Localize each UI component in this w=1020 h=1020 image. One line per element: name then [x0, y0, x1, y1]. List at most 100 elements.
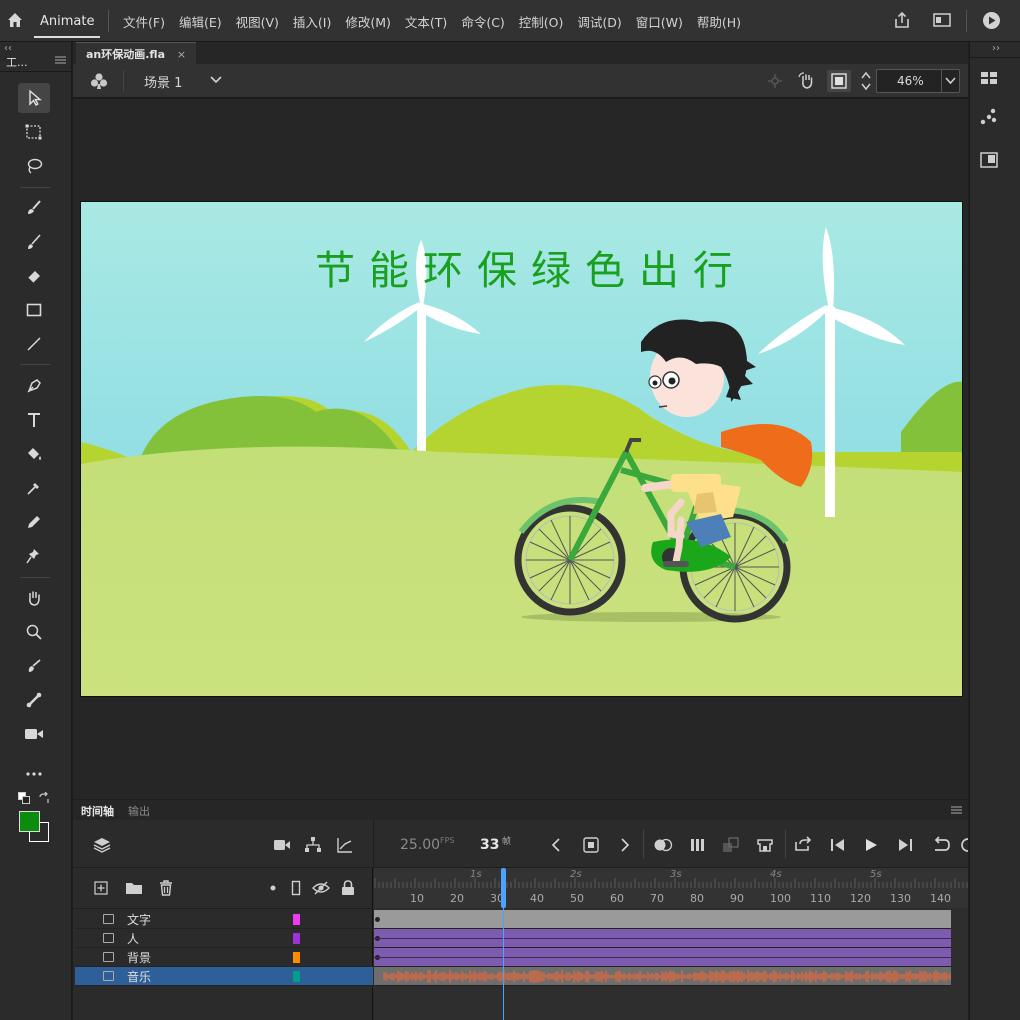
fluid-brush-tool-icon[interactable]	[18, 651, 50, 681]
line-tool-icon[interactable]	[18, 329, 50, 359]
test-movie-icon[interactable]	[982, 11, 1001, 30]
keyframe-dot[interactable]	[375, 917, 380, 922]
close-tab-icon[interactable]: ×	[177, 48, 186, 61]
rewind-loop-icon[interactable]	[931, 836, 951, 852]
zoom-tool-icon[interactable]	[18, 617, 50, 647]
menu-window[interactable]: 窗口(W)	[629, 12, 690, 31]
timeline-menu-icon[interactable]	[951, 806, 962, 814]
rectangle-tool-icon[interactable]	[18, 295, 50, 325]
lasso-tool-icon[interactable]	[18, 151, 50, 181]
home-icon[interactable]	[6, 11, 24, 29]
overflow-icon[interactable]	[959, 836, 968, 854]
highlight-layers-icon[interactable]	[270, 885, 276, 891]
parenting-icon[interactable]	[304, 836, 322, 854]
outline-layers-icon[interactable]	[291, 880, 301, 896]
hand-tool-icon[interactable]	[18, 583, 50, 613]
playhead-handle[interactable]	[501, 868, 506, 908]
zoom-value[interactable]: 46%	[897, 74, 924, 88]
insert-keyframe-icon[interactable]	[583, 837, 599, 853]
menu-control[interactable]: 控制(O)	[512, 12, 571, 31]
collapse-icon[interactable]: ‹‹	[4, 43, 12, 54]
scene-label[interactable]: 场景 1	[144, 72, 182, 91]
black-white-icon[interactable]	[18, 792, 30, 804]
menu-view[interactable]: 视图(V)	[229, 12, 286, 31]
layer-row-selected[interactable]: 音乐	[75, 967, 373, 986]
paint-brush-tool-icon[interactable]	[18, 193, 50, 223]
new-folder-icon[interactable]	[125, 881, 143, 895]
visibility-icon[interactable]	[312, 881, 330, 895]
stage-canvas[interactable]: 节能环保绿色出行	[80, 201, 963, 697]
more-tools-icon[interactable]	[18, 759, 50, 789]
paint-bucket-tool-icon[interactable]	[18, 439, 50, 469]
selection-tool-icon[interactable]	[18, 83, 50, 113]
snap-icon[interactable]	[767, 73, 783, 89]
play-icon[interactable]	[864, 838, 878, 852]
new-layer-icon[interactable]	[94, 881, 108, 895]
step-back-icon[interactable]	[830, 838, 846, 852]
layer-name[interactable]: 文字	[127, 911, 151, 928]
next-keyframe-icon[interactable]	[620, 838, 630, 852]
menu-help[interactable]: 帮助(H)	[690, 12, 748, 31]
tab-output[interactable]: 输出	[128, 803, 150, 819]
properties-panel-icon[interactable]	[980, 71, 998, 85]
menu-debug[interactable]: 调试(D)	[570, 12, 628, 31]
paste-frames-icon[interactable]	[757, 837, 773, 853]
layer-color-swatch[interactable]	[293, 914, 300, 925]
clip-content-icon[interactable]	[827, 70, 851, 92]
bone-tool-icon[interactable]	[18, 685, 50, 715]
frame-span-text[interactable]	[374, 910, 951, 929]
loop-icon[interactable]	[794, 836, 812, 852]
fill-color-swatch[interactable]	[19, 811, 40, 832]
text-tool-icon[interactable]	[18, 405, 50, 435]
menu-modify[interactable]: 修改(M)	[338, 12, 398, 31]
assets-panel-icon[interactable]	[980, 152, 998, 168]
pin-tool-icon[interactable]	[18, 541, 50, 571]
scene-dropdown-icon[interactable]	[210, 76, 222, 84]
panel-menu-icon[interactable]	[55, 56, 66, 64]
pen-tool-icon[interactable]	[18, 371, 50, 401]
layers-icon[interactable]	[93, 836, 111, 854]
zoom-field[interactable]: 46%	[876, 69, 960, 93]
swap-colors-icon[interactable]	[38, 792, 50, 804]
eraser-tool-icon[interactable]	[18, 261, 50, 291]
pencil-tool-icon[interactable]	[18, 507, 50, 537]
rotate-stage-icon[interactable]	[797, 71, 817, 91]
frame-span-music[interactable]	[374, 967, 951, 986]
scene-icon[interactable]	[89, 71, 109, 91]
lock-icon[interactable]	[341, 880, 355, 896]
onion-skin-icon[interactable]	[653, 838, 673, 852]
menu-commands[interactable]: 命令(C)	[454, 12, 511, 31]
frame-span-person[interactable]	[374, 929, 951, 948]
camera-toggle-icon[interactable]	[273, 839, 291, 851]
menu-insert[interactable]: 插入(I)	[286, 12, 338, 31]
center-frame-icon[interactable]	[722, 836, 740, 854]
step-forward-icon[interactable]	[897, 838, 913, 852]
zoom-dropdown-icon[interactable]	[945, 77, 956, 85]
app-name-tab[interactable]: Animate	[34, 8, 101, 38]
share-icon[interactable]	[893, 11, 911, 29]
free-transform-tool-icon[interactable]	[18, 117, 50, 147]
workspace-icon[interactable]	[933, 12, 951, 28]
tab-timeline[interactable]: 时间轴	[81, 803, 114, 819]
eyedropper-tool-icon[interactable]	[18, 473, 50, 503]
menu-text[interactable]: 文本(T)	[398, 12, 454, 31]
layer-name[interactable]: 人	[127, 930, 139, 947]
fps-value[interactable]: 25.00	[400, 837, 440, 853]
delete-layer-icon[interactable]	[158, 880, 174, 896]
expand-panels-icon[interactable]: ››	[992, 43, 1000, 54]
layer-name[interactable]: 背景	[127, 949, 151, 966]
frame-span-background[interactable]	[374, 948, 951, 967]
layer-color-swatch[interactable]	[293, 952, 300, 963]
edit-multiple-frames-icon[interactable]	[690, 837, 706, 853]
layer-name[interactable]: 音乐	[127, 968, 151, 985]
brush-tool-icon[interactable]	[18, 227, 50, 257]
menu-edit[interactable]: 编辑(E)	[172, 12, 229, 31]
camera-tool-icon[interactable]	[18, 719, 50, 749]
menu-file[interactable]: 文件(F)	[116, 12, 172, 31]
layer-row[interactable]: 文字	[75, 910, 373, 929]
prev-keyframe-icon[interactable]	[551, 838, 561, 852]
current-frame[interactable]: 33	[480, 837, 499, 853]
layer-row[interactable]: 人	[75, 929, 373, 948]
layer-color-swatch[interactable]	[293, 971, 300, 982]
layer-color-swatch[interactable]	[293, 933, 300, 944]
